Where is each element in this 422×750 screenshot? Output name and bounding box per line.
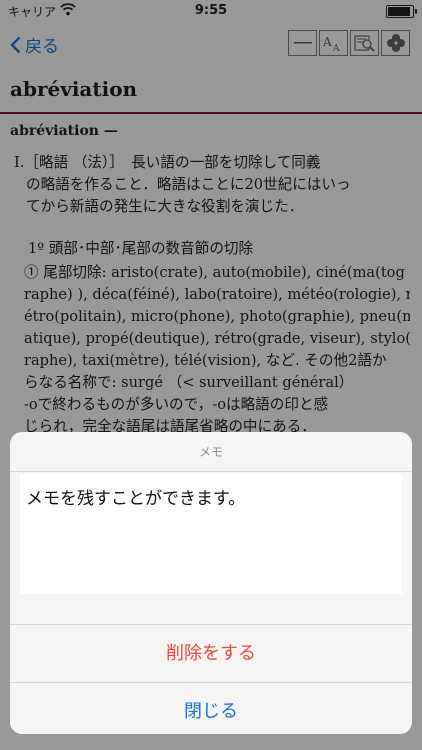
memo-sheet-title: メモ <box>10 432 412 472</box>
memo-input[interactable]: メモを残すことができます。 <box>20 474 402 594</box>
delete-button[interactable]: 削除をする <box>10 624 412 683</box>
close-button[interactable]: 閉じる <box>10 682 412 734</box>
memo-sheet: メモ メモを残すことができます。 削除をする 閉じる <box>10 432 412 734</box>
